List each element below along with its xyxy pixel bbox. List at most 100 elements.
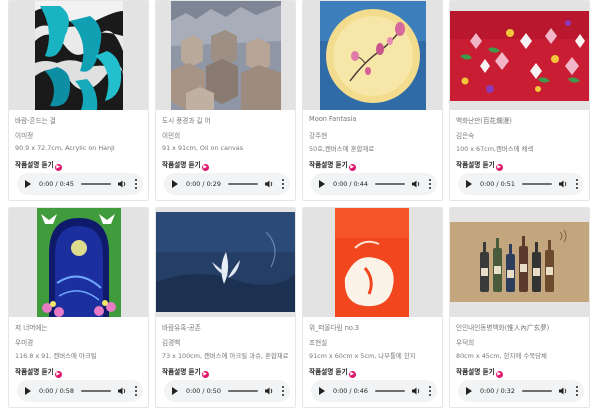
- listen-description-link[interactable]: 작품설명 듣기 ▶: [162, 159, 209, 171]
- artwork-artist: 조현실: [309, 339, 328, 347]
- listen-description-label: 작품설명 듣기: [162, 368, 201, 376]
- audio-time: 0:00 / 0:44: [333, 180, 368, 188]
- artwork-spec: 91cm x 60cm x 5cm, 나무틀에 한지: [309, 352, 416, 360]
- audio-player: 0:00 / 0:29: [164, 173, 290, 195]
- audio-duration: 0:58: [59, 387, 74, 395]
- volume-icon[interactable]: [411, 386, 421, 396]
- artwork-image[interactable]: [303, 1, 442, 110]
- artwork-grid: 바람-흔드는 결 이미정 90.9 x 72.7cm, Acrylic on H…: [0, 0, 600, 410]
- listen-description-link[interactable]: 작품설명 듣기 ▶: [15, 159, 62, 171]
- artwork-artist: 우덕희: [456, 339, 475, 347]
- listen-description-link[interactable]: 작품설명 듣기 ▶: [162, 366, 209, 378]
- audio-progress-track[interactable]: [228, 183, 258, 185]
- play-button[interactable]: [319, 387, 325, 395]
- artwork-spec: 73 x 100cm, 캔버스에 아크릴 과슈, 혼합재료: [162, 352, 289, 360]
- audio-progress-track[interactable]: [81, 183, 111, 185]
- artwork-card: 바람-흔드는 결 이미정 90.9 x 72.7cm, Acrylic on H…: [8, 0, 149, 201]
- play-button[interactable]: [172, 387, 178, 395]
- volume-icon[interactable]: [264, 179, 274, 189]
- audio-progress-track[interactable]: [81, 390, 111, 392]
- play-button[interactable]: [466, 180, 472, 188]
- audio-current-time: 0:00: [333, 387, 348, 395]
- more-options-icon[interactable]: [134, 178, 138, 190]
- play-circle-icon: ▶: [54, 371, 62, 378]
- listen-description-label: 작품설명 듣기: [456, 161, 495, 169]
- audio-duration: 0:29: [206, 180, 221, 188]
- audio-time: 0:00 / 0:32: [480, 387, 515, 395]
- artwork-spec: 50호,캔버스에 혼합재료: [309, 145, 375, 153]
- audio-player: 0:00 / 0:58: [17, 380, 143, 402]
- artwork-card: 위_떠올다림 no.3 조현실 91cm x 60cm x 5cm, 나무틀에 …: [302, 207, 443, 408]
- artwork-card: 저 너머에는 우미경 116.8 x 91, 캔버스에 아크릴 작품설명 듣기 ▶…: [8, 207, 149, 408]
- audio-progress-track[interactable]: [375, 183, 405, 185]
- listen-description-label: 작품설명 듣기: [15, 161, 54, 169]
- artwork-image[interactable]: [9, 208, 148, 317]
- artwork-artist: 강주현: [309, 132, 328, 140]
- volume-icon[interactable]: [264, 386, 274, 396]
- listen-description-link[interactable]: 작품설명 듣기 ▶: [15, 366, 62, 378]
- more-options-icon[interactable]: [134, 385, 138, 397]
- volume-icon[interactable]: [117, 179, 127, 189]
- listen-description-link[interactable]: 작품설명 듣기 ▶: [456, 159, 503, 171]
- play-button[interactable]: [466, 387, 472, 395]
- volume-icon[interactable]: [411, 179, 421, 189]
- more-options-icon[interactable]: [281, 385, 285, 397]
- artwork-image[interactable]: [303, 208, 442, 317]
- play-circle-icon: ▶: [201, 371, 209, 378]
- more-options-icon[interactable]: [575, 385, 579, 397]
- artwork-image[interactable]: [450, 1, 589, 110]
- play-circle-icon: ▶: [201, 164, 209, 171]
- audio-player: 0:00 / 0:50: [164, 380, 290, 402]
- artwork-image[interactable]: [9, 1, 148, 110]
- audio-player: 0:00 / 0:45: [17, 173, 143, 195]
- artwork-title: 인인내인동병백화(惟人內广玄夢): [456, 324, 550, 332]
- listen-description-label: 작품설명 듣기: [162, 161, 201, 169]
- artwork-image[interactable]: [450, 208, 589, 317]
- audio-duration: 0:44: [353, 180, 368, 188]
- artwork-card: Moon Fantasia 강주현 50호,캔버스에 혼합재료 작품설명 듣기 ▶…: [302, 0, 443, 201]
- volume-icon[interactable]: [558, 386, 568, 396]
- audio-progress-track[interactable]: [375, 390, 405, 392]
- artwork-title: 위_떠올다림 no.3: [309, 324, 360, 332]
- more-options-icon[interactable]: [428, 178, 432, 190]
- listen-description-label: 작품설명 듣기: [456, 368, 495, 376]
- audio-time: 0:00 / 0:50: [186, 387, 221, 395]
- audio-player: 0:00 / 0:32: [458, 380, 584, 402]
- play-button[interactable]: [25, 387, 31, 395]
- audio-time: 0:00 / 0:46: [333, 387, 368, 395]
- artwork-card: 인인내인동병백화(惟人內广玄夢) 우덕희 80cm x 45cm, 한지에 수묵…: [449, 207, 590, 408]
- audio-time: 0:00 / 0:45: [39, 180, 74, 188]
- play-button[interactable]: [172, 180, 178, 188]
- audio-progress-track[interactable]: [522, 183, 552, 185]
- artwork-artist: 이민희: [162, 132, 181, 140]
- listen-description-label: 작품설명 듣기: [15, 368, 54, 376]
- play-circle-icon: ▶: [495, 371, 503, 378]
- artwork-spec: 116.8 x 91, 캔버스에 아크릴: [15, 352, 97, 360]
- audio-progress-track[interactable]: [522, 390, 552, 392]
- more-options-icon[interactable]: [575, 178, 579, 190]
- audio-progress-track[interactable]: [228, 390, 258, 392]
- more-options-icon[interactable]: [281, 178, 285, 190]
- more-options-icon[interactable]: [428, 385, 432, 397]
- play-button[interactable]: [25, 180, 31, 188]
- volume-icon[interactable]: [117, 386, 127, 396]
- audio-current-time: 0:00: [39, 387, 54, 395]
- artwork-card: 백화난만(百花爛漫) 김은숙 100 x 67cm,캔버스에 채색 작품설명 듣…: [449, 0, 590, 201]
- listen-description-link[interactable]: 작품설명 듣기 ▶: [309, 366, 356, 378]
- listen-description-link[interactable]: 작품설명 듣기 ▶: [309, 159, 356, 171]
- artwork-image[interactable]: [156, 1, 295, 110]
- play-circle-icon: ▶: [348, 371, 356, 378]
- audio-duration: 0:46: [353, 387, 368, 395]
- artwork-image[interactable]: [156, 208, 295, 317]
- audio-current-time: 0:00: [333, 180, 348, 188]
- artwork-spec: 90.9 x 72.7cm, Acrylic on Hanji: [15, 144, 115, 152]
- listen-description-link[interactable]: 작품설명 듣기 ▶: [456, 366, 503, 378]
- play-circle-icon: ▶: [54, 164, 62, 171]
- audio-player: 0:00 / 0:51: [458, 173, 584, 195]
- volume-icon[interactable]: [558, 179, 568, 189]
- artwork-artist: 김경백: [162, 339, 181, 347]
- audio-player: 0:00 / 0:46: [311, 380, 437, 402]
- audio-duration: 0:32: [500, 387, 515, 395]
- artwork-card: 도시 풍경과 길 어 이민희 91 x 91cm, Oil on canvas …: [155, 0, 296, 201]
- play-button[interactable]: [319, 180, 325, 188]
